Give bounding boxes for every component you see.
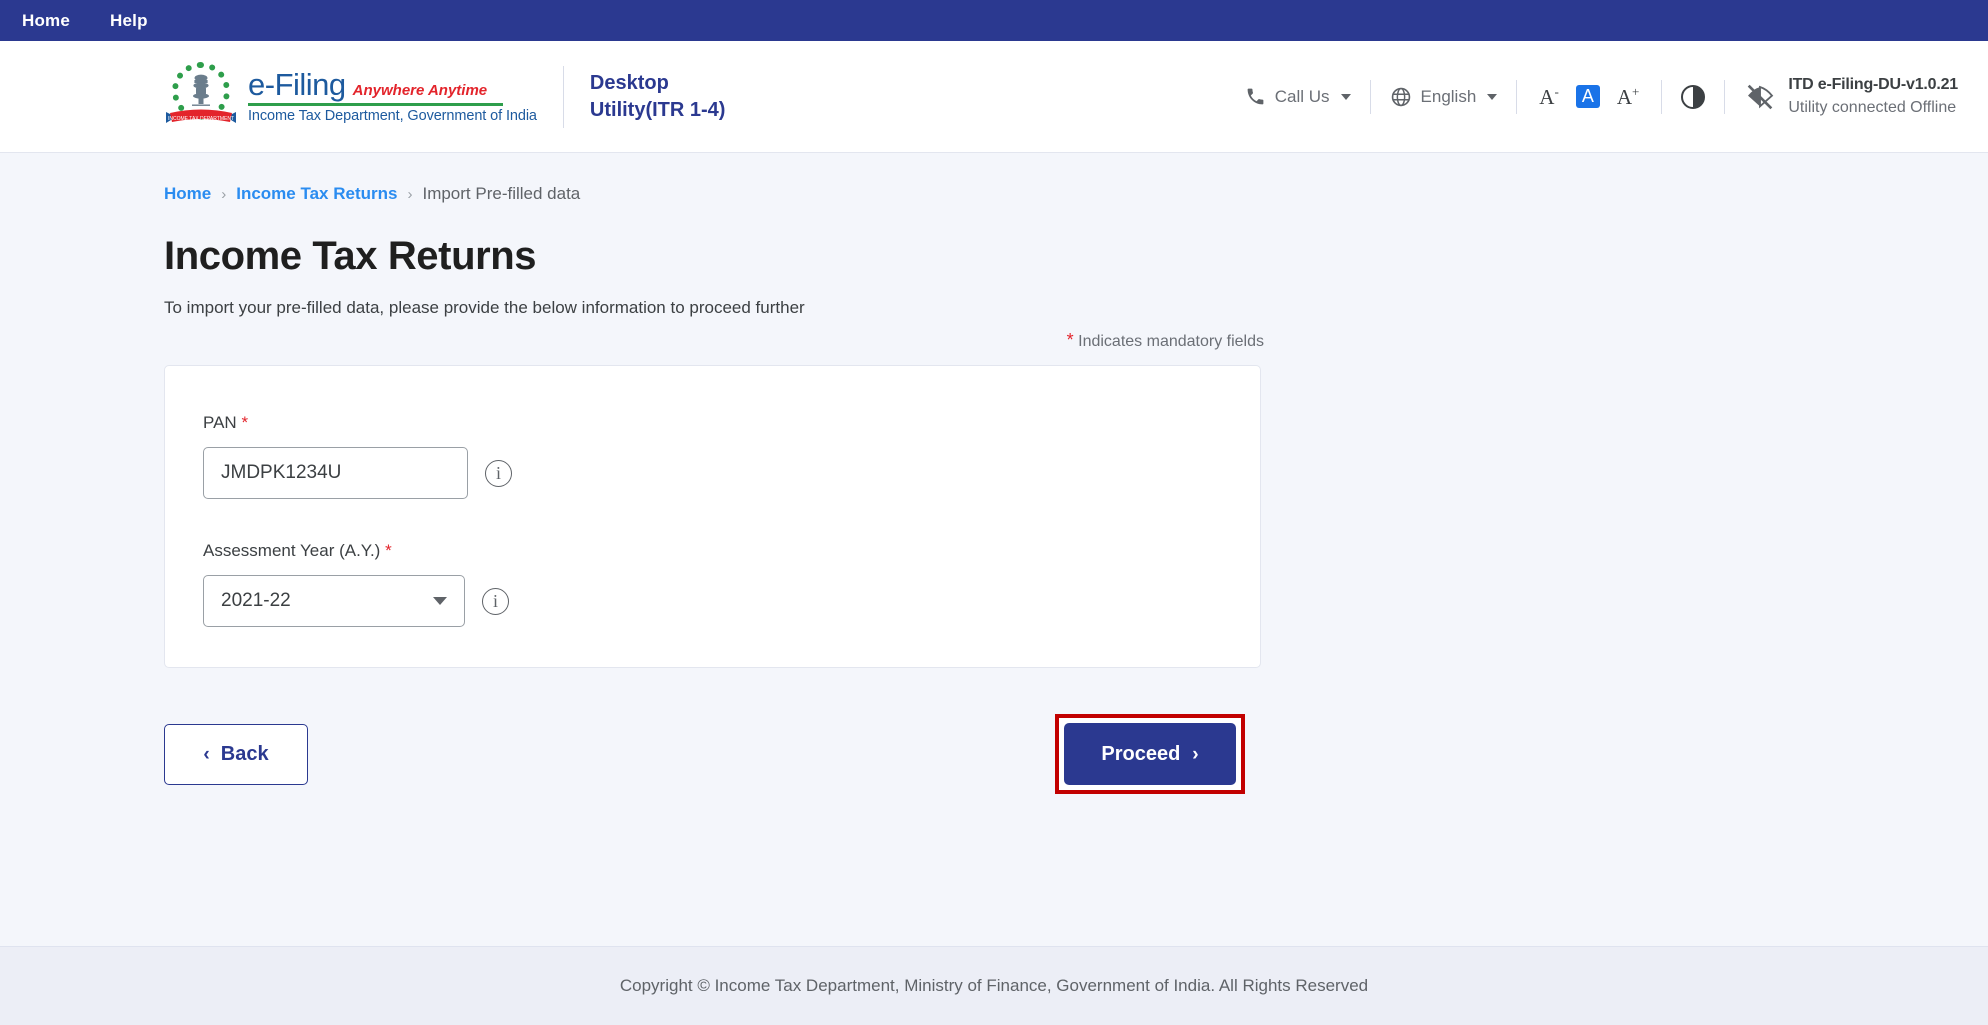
topnav-item-help[interactable]: Help xyxy=(110,11,148,31)
action-row: ‹ Back Proceed › xyxy=(164,714,1261,794)
brand-name: e-Filing xyxy=(248,69,346,100)
site-footer: Copyright © Income Tax Department, Minis… xyxy=(0,946,1988,1025)
assessment-year-info-icon[interactable]: i xyxy=(482,588,509,615)
assessment-year-label: Assessment Year (A.Y.) * xyxy=(203,541,1260,561)
ribbon-banner-icon: INCOME TAX DEPARTMENT xyxy=(164,108,238,128)
breadcrumb-item-income-tax-returns[interactable]: Income Tax Returns xyxy=(236,184,397,204)
site-header: INCOME TAX DEPARTMENT e-Filing Anywhere … xyxy=(0,41,1988,153)
pan-input[interactable] xyxy=(203,447,468,499)
india-emblem-icon: INCOME TAX DEPARTMENT xyxy=(164,60,238,134)
pan-label-text: PAN xyxy=(203,413,237,432)
utility-title-line2: Utility(ITR 1-4) xyxy=(590,97,820,124)
tool-separator xyxy=(1661,80,1662,114)
page-title: Income Tax Returns xyxy=(164,234,1988,279)
font-increase-label: A xyxy=(1617,85,1632,109)
font-increase-sup: + xyxy=(1632,84,1639,99)
breadcrumb-separator-icon: › xyxy=(407,186,412,203)
font-decrease-sup: - xyxy=(1554,84,1558,99)
breadcrumb: Home › Income Tax Returns › Import Pre-f… xyxy=(164,153,1988,204)
assessment-year-field-group: Assessment Year (A.Y.) * 2021-22 i xyxy=(203,541,1260,627)
chevron-down-icon xyxy=(1487,94,1497,100)
proceed-highlight-box: Proceed › xyxy=(1055,714,1245,794)
font-increase-button[interactable]: A+ xyxy=(1614,84,1643,110)
top-navigation-bar: Home Help xyxy=(0,0,1988,41)
connection-status: Utility connected Offline xyxy=(1788,99,1958,117)
header-divider xyxy=(563,66,564,128)
assessment-year-value: 2021-22 xyxy=(221,590,291,612)
header-tools: Call Us English A- A A+ xyxy=(1245,41,1988,152)
ashoka-pillar-icon xyxy=(190,74,212,108)
language-label: English xyxy=(1421,87,1477,107)
chevron-down-icon xyxy=(433,597,447,605)
pan-info-icon[interactable]: i xyxy=(485,460,512,487)
brand-department: Income Tax Department, Government of Ind… xyxy=(248,108,537,124)
globe-icon xyxy=(1390,86,1412,108)
back-button[interactable]: ‹ Back xyxy=(164,724,308,785)
chevron-left-icon: ‹ xyxy=(203,745,209,764)
call-us-label: Call Us xyxy=(1275,87,1330,107)
font-default-button[interactable]: A xyxy=(1576,85,1600,108)
contrast-toggle-icon[interactable] xyxy=(1681,85,1705,109)
brand-wordmark: e-Filing Anywhere Anytime Income Tax Dep… xyxy=(248,69,537,124)
form-card: PAN * i Assessment Year (A.Y.) * 2021-22 xyxy=(164,365,1261,668)
chevron-down-icon xyxy=(1341,94,1351,100)
chevron-right-icon: › xyxy=(1192,745,1198,764)
svg-text:INCOME TAX DEPARTMENT: INCOME TAX DEPARTMENT xyxy=(168,116,234,122)
assessment-year-label-text: Assessment Year (A.Y.) xyxy=(203,541,380,560)
topnav-item-home[interactable]: Home xyxy=(22,11,70,31)
footer-copyright: Copyright © Income Tax Department, Minis… xyxy=(620,976,1368,996)
back-button-label: Back xyxy=(221,743,269,766)
tool-separator xyxy=(1724,80,1725,114)
font-decrease-button[interactable]: A- xyxy=(1536,84,1562,110)
pan-field-group: PAN * i xyxy=(203,413,1260,499)
tool-separator xyxy=(1516,80,1517,114)
breadcrumb-item-home[interactable]: Home xyxy=(164,184,211,204)
breadcrumb-separator-icon: › xyxy=(221,186,226,203)
proceed-button-label: Proceed xyxy=(1101,743,1180,766)
brand-logo[interactable]: INCOME TAX DEPARTMENT e-Filing Anywhere … xyxy=(164,60,537,134)
app-window: Home Help xyxy=(0,0,1988,1025)
utility-title: Desktop Utility(ITR 1-4) xyxy=(590,70,820,124)
assessment-year-required-star: * xyxy=(385,541,392,560)
version-status-block: ITD e-Filing-DU-v1.0.21 Utility connecte… xyxy=(1744,76,1958,117)
breadcrumb-item-current: Import Pre-filled data xyxy=(422,184,580,204)
call-us-dropdown[interactable]: Call Us xyxy=(1245,86,1351,107)
page-subtitle: To import your pre-filled data, please p… xyxy=(164,298,1988,318)
assessment-year-select[interactable]: 2021-22 xyxy=(203,575,465,627)
version-label: ITD e-Filing-DU-v1.0.21 xyxy=(1788,76,1958,94)
wifi-offline-icon xyxy=(1744,81,1776,113)
font-size-controls: A- A A+ xyxy=(1536,84,1642,110)
phone-icon xyxy=(1245,86,1266,107)
font-decrease-label: A xyxy=(1539,85,1554,109)
language-dropdown[interactable]: English xyxy=(1390,86,1498,108)
mandatory-star: * xyxy=(1067,330,1074,350)
tool-separator xyxy=(1370,80,1371,114)
proceed-button[interactable]: Proceed › xyxy=(1064,723,1236,785)
brand-divider xyxy=(248,103,503,106)
pan-label: PAN * xyxy=(203,413,1260,433)
main-content: Home › Income Tax Returns › Import Pre-f… xyxy=(0,153,1988,946)
pan-required-star: * xyxy=(241,413,248,432)
utility-title-line1: Desktop xyxy=(590,70,820,97)
mandatory-fields-note: * Indicates mandatory fields xyxy=(164,330,1264,351)
mandatory-note-text: Indicates mandatory fields xyxy=(1078,333,1264,350)
brand-tagline: Anywhere Anytime xyxy=(353,82,487,99)
